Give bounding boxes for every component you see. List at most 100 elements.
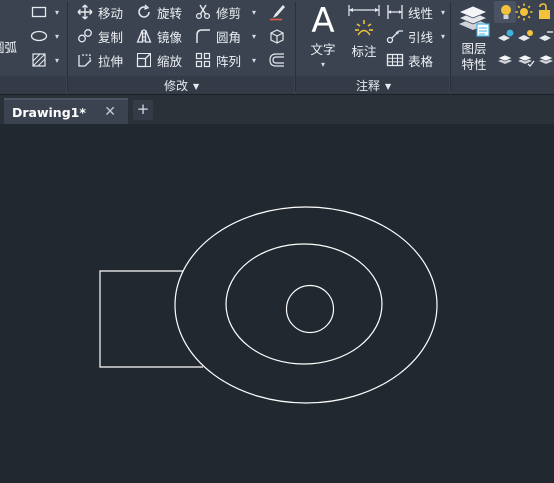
text-label: 文字 — [310, 42, 336, 57]
fillet-tool[interactable]: 圆角 — [194, 26, 241, 46]
layer-freeze-tool[interactable] — [517, 26, 539, 46]
stretch-tool[interactable]: 拉伸 — [76, 50, 123, 70]
layer-copy-tool[interactable] — [537, 50, 554, 70]
middle-ellipse-entity[interactable] — [225, 243, 383, 365]
draw-panel-bar — [0, 76, 66, 94]
arc-tool[interactable]: 圆弧 — [0, 36, 17, 56]
drawing-svg[interactable] — [0, 124, 554, 483]
leader-dropdown[interactable]: ▾ — [441, 32, 445, 41]
trim-tool[interactable]: 修剪 — [194, 2, 241, 22]
table-icon — [386, 51, 404, 69]
table-tool[interactable]: 表格 — [386, 50, 433, 70]
chevron-down-icon: ▼ — [193, 82, 200, 91]
text-tool[interactable]: A 文字 ▾ — [303, 1, 343, 69]
stretch-label: 拉伸 — [98, 53, 124, 69]
hatch-icon — [30, 51, 48, 69]
close-icon[interactable]: ✕ — [104, 104, 116, 120]
inner-circle-entity[interactable] — [285, 284, 335, 334]
explode-tool[interactable] — [268, 26, 290, 46]
move-icon — [76, 3, 94, 21]
mirror-icon — [135, 27, 153, 45]
layer-current-tool[interactable] — [517, 50, 539, 70]
fillet-icon — [194, 27, 212, 45]
scissors-icon — [194, 3, 212, 21]
linear-dropdown[interactable]: ▾ — [441, 8, 445, 17]
rotate-tool[interactable]: 旋转 — [135, 2, 182, 22]
layer-arrow-icon — [537, 51, 554, 69]
layer-sun-icon — [517, 27, 535, 45]
unlock-icon — [535, 3, 553, 21]
rotate-icon — [135, 3, 153, 21]
stretch-icon — [76, 51, 94, 69]
layer-thaw-toggle[interactable] — [515, 2, 537, 22]
new-tab-button[interactable]: + — [133, 100, 153, 120]
lightbulb-icon — [497, 3, 515, 21]
dimension-label: 标注 — [351, 44, 377, 59]
text-a-icon: A — [311, 1, 334, 41]
linear-dimension-icon — [386, 3, 404, 21]
copy-tool[interactable]: 复制 — [76, 26, 123, 46]
leader-icon — [386, 27, 404, 45]
layer-stack-icon — [497, 51, 515, 69]
rotate-label: 旋转 — [157, 5, 183, 21]
tab-drawing1[interactable]: Drawing1* ✕ — [4, 98, 128, 125]
array-icon — [194, 51, 212, 69]
layer-properties-tool[interactable]: 图层特性 — [453, 2, 495, 73]
rectangle-dropdown[interactable]: ▾ — [55, 8, 59, 17]
linear-dimension-tool[interactable]: 线性 — [386, 2, 433, 22]
offset-tool[interactable] — [268, 50, 290, 70]
outer-ellipse-entity[interactable] — [174, 206, 438, 404]
hatch-dropdown[interactable]: ▾ — [55, 56, 59, 65]
layers-stack-icon — [457, 5, 490, 37]
modify-panel-title[interactable]: 修改 ▼ — [164, 77, 199, 94]
dimension-tool[interactable]: 标注 — [344, 2, 384, 60]
move-tool[interactable]: 移动 — [76, 2, 123, 22]
array-tool[interactable]: 阵列 — [194, 50, 241, 70]
cube-icon — [268, 27, 286, 45]
layer-properties-label: 图层特性 — [461, 41, 487, 72]
ellipse-tool[interactable] — [30, 26, 52, 46]
layer-off-tool[interactable] — [537, 26, 554, 46]
trim-label: 修剪 — [216, 5, 242, 21]
array-dropdown[interactable]: ▾ — [252, 56, 256, 65]
annotation-panel-title-text: 注释 — [356, 79, 381, 93]
trim-dropdown[interactable]: ▾ — [252, 8, 256, 17]
chevron-down-icon: ▼ — [385, 82, 392, 91]
layer-lock-toggle[interactable] — [535, 2, 554, 22]
leader-label: 引线 — [408, 29, 434, 45]
fillet-dropdown[interactable]: ▾ — [252, 32, 256, 41]
drawing-canvas[interactable] — [0, 124, 554, 483]
layer-check-icon — [517, 51, 535, 69]
hatch-tool[interactable] — [30, 50, 52, 70]
rectangle-icon — [30, 3, 48, 21]
scale-icon — [135, 51, 153, 69]
dimension-icon — [348, 5, 380, 36]
modify-panel-title-text: 修改 — [164, 79, 189, 93]
layer-isolate-tool[interactable] — [497, 26, 519, 46]
layers-panel-bar — [451, 76, 554, 94]
mirror-label: 镜像 — [157, 29, 183, 45]
annotation-panel-title[interactable]: 注释 ▼ — [356, 77, 391, 94]
leader-tool[interactable]: 引线 — [386, 26, 433, 46]
sun-icon — [515, 3, 533, 21]
svg-text:A: A — [311, 2, 334, 36]
fillet-label: 圆角 — [216, 29, 242, 45]
erase-tool[interactable] — [268, 2, 290, 22]
ellipse-icon — [30, 27, 48, 45]
text-dropdown[interactable]: ▾ — [303, 60, 343, 69]
array-label: 阵列 — [216, 53, 242, 69]
copy-icon — [76, 27, 94, 45]
eraser-icon — [268, 3, 286, 21]
scale-tool[interactable]: 缩放 — [135, 50, 182, 70]
layer-tool-icon — [537, 27, 554, 45]
mirror-tool[interactable]: 镜像 — [135, 26, 182, 46]
offset-icon — [268, 51, 286, 69]
rectangle-entity[interactable] — [99, 270, 203, 368]
layer-match-tool[interactable] — [497, 50, 519, 70]
scale-label: 缩放 — [157, 53, 183, 69]
file-tab-bar: Drawing1* ✕ — [0, 94, 554, 125]
table-label: 表格 — [408, 53, 434, 69]
tab-title: Drawing1* — [12, 105, 86, 120]
ellipse-dropdown[interactable]: ▾ — [55, 32, 59, 41]
rectangle-tool[interactable] — [30, 2, 52, 22]
